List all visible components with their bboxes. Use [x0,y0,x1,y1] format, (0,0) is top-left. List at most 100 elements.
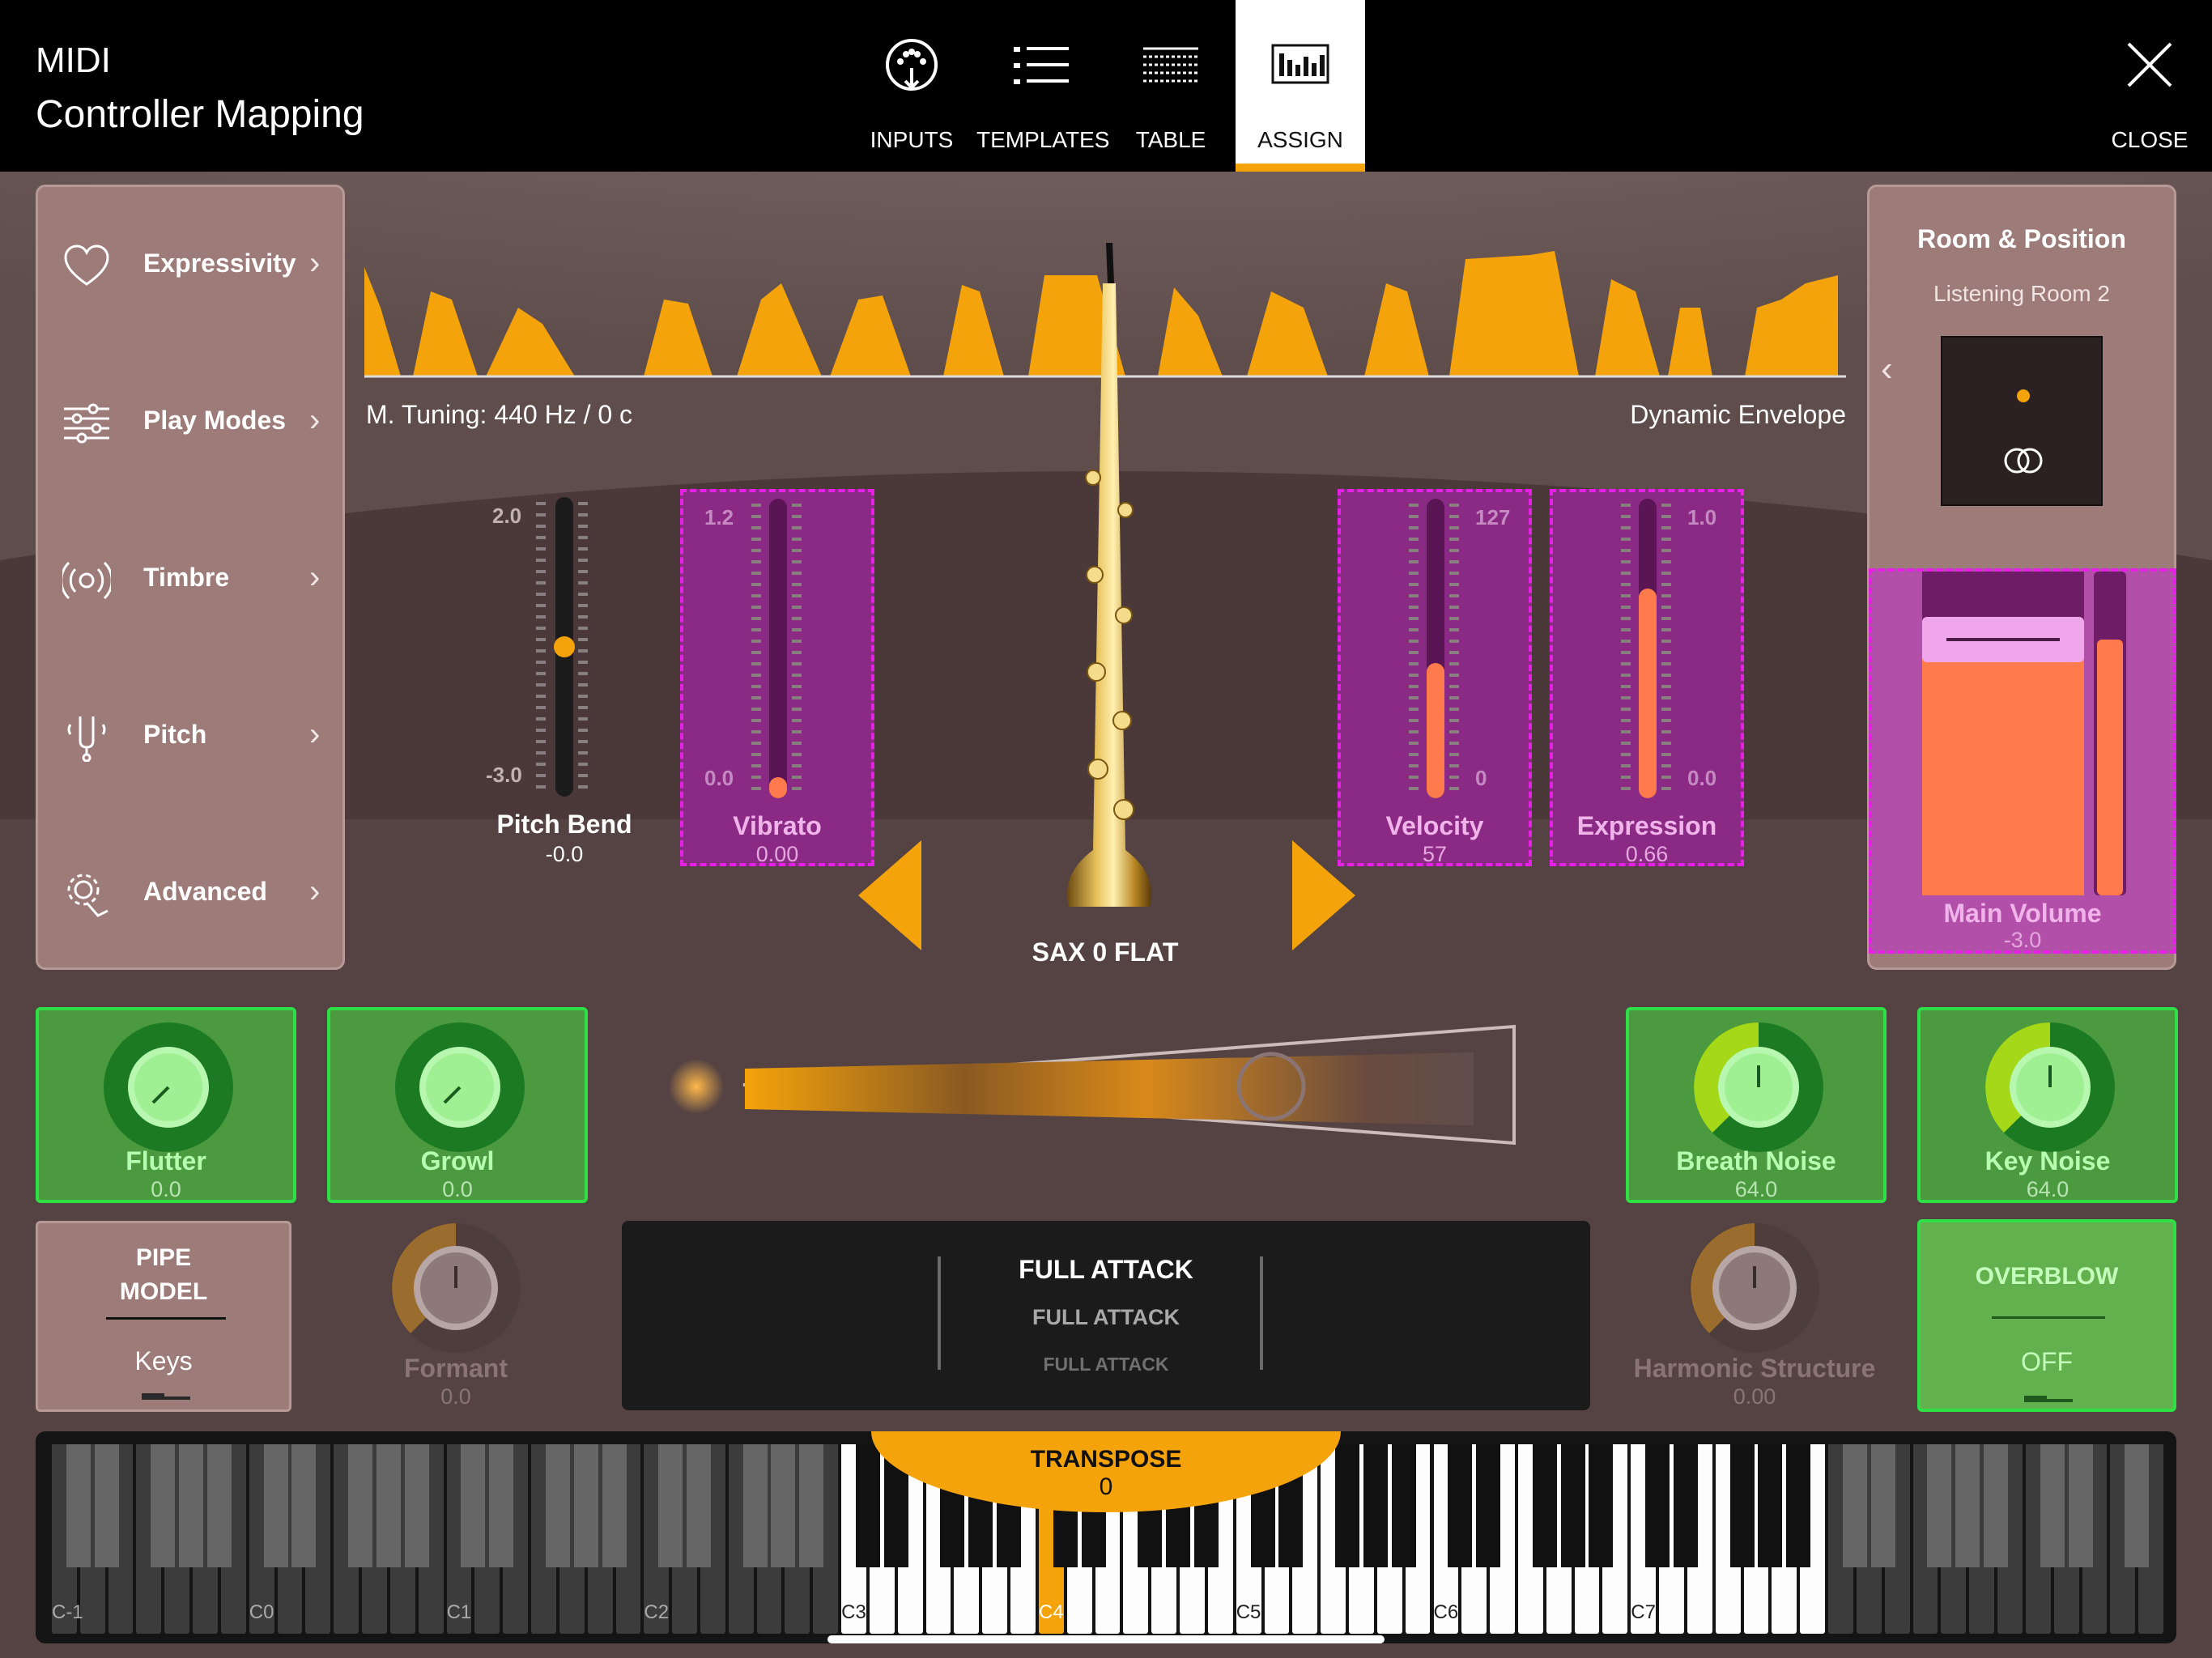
pitch-bend-max: 2.0 [492,504,522,528]
switch-indicator [142,1393,190,1400]
key-noise-knob[interactable]: Key Noise 64.0 [1917,1007,2178,1203]
main-volume-label: Main Volume [1943,899,2102,928]
saxophone-image [1067,243,1151,907]
tick-marks [1409,504,1419,795]
vibrato-slider[interactable]: 1.2 0.0 Vibrato 0.00 [680,489,874,866]
sidebar-item-label: Advanced [143,877,267,906]
attack-option[interactable]: FULL ATTACK [622,1354,1590,1375]
listener-icon [2004,448,2043,474]
overblow-title: OVERBLOW [1975,1263,2119,1290]
room-subtitle: Listening Room 2 [1933,281,2110,306]
sidebar: Expressivity › Play Modes › Timbre › Pit… [36,185,345,970]
home-indicator [827,1635,1385,1643]
sidebar-item-label: Pitch [143,720,207,749]
transpose-value: 0 [1099,1473,1113,1500]
tick-marks [1449,504,1459,795]
volume-meter-level [2097,640,2123,895]
expression-fill [1639,589,1657,798]
tab-table[interactable]: TABLE [1106,0,1236,172]
formant-knob[interactable]: Formant 0.0 [325,1218,586,1414]
room-position-pad[interactable] [1941,336,2103,506]
sidebar-item-pitch[interactable]: Pitch › [38,689,347,786]
sidebar-item-label: Play Modes [143,406,287,435]
octave-label: C-1 [52,1601,83,1623]
switch-indicator [2024,1396,2073,1402]
main-volume-value: -3.0 [2003,928,2042,952]
harmonic-structure-knob[interactable]: Harmonic Structure 0.00 [1624,1218,1885,1414]
sidebar-item-label: Timbre [143,563,230,592]
octave-label: C2 [644,1601,670,1623]
velocity-max: 127 [1475,505,1511,529]
attack-selected[interactable]: FULL ATTACK [622,1255,1590,1285]
pipe-model-title: PIPE [135,1244,192,1271]
top-bar: MIDI Controller Mapping INPUTS TEMPLATES… [0,0,2212,172]
tick-marks [792,504,802,795]
expression-slider[interactable]: 1.0 0.0 Expression 0.66 [1550,489,1744,866]
sidebar-item-play-modes[interactable]: Play Modes › [38,375,347,472]
flutter-knob[interactable]: Flutter 0.0 [36,1007,296,1203]
gear-hand-icon [67,874,108,917]
airflow-visualizer [669,1024,1516,1146]
attack-option[interactable]: FULL ATTACK [622,1305,1590,1330]
breath-noise-value: 64.0 [1734,1177,1778,1201]
tab-assign[interactable]: ASSIGN [1236,0,1365,172]
octave-label: C5 [1236,1601,1261,1623]
tick-marks [536,502,546,793]
main-volume-fill [1922,622,2084,895]
radio-waves-icon [62,561,111,600]
tick-marks [751,504,761,795]
pitch-bend-thumb[interactable] [554,636,575,657]
tab-label: TABLE [1135,127,1206,152]
velocity-slider[interactable]: 127 0 Velocity 57 [1338,489,1532,866]
breath-noise-label: Breath Noise [1676,1146,1836,1175]
key-noise-knob-dial [1985,1022,2115,1152]
chevron-right-icon: › [309,402,321,438]
sliders-icon [64,403,109,444]
tab-label: TEMPLATES [976,127,1110,152]
grid-table-icon [1143,47,1198,83]
sidebar-item-expressivity[interactable]: Expressivity › [38,218,347,315]
vibrato-min: 0.0 [704,766,734,790]
close-button[interactable]: CLOSE [2097,32,2202,162]
transpose-label: TRANSPOSE [1030,1446,1182,1473]
transpose-control[interactable]: TRANSPOSE 0 [871,1431,1341,1512]
tab-templates[interactable]: TEMPLATES [976,0,1110,172]
flutter-label: Flutter [125,1146,206,1175]
octave-label: C0 [249,1601,274,1623]
thumb-grip [1946,638,2060,641]
sidebar-item-label: Expressivity [143,249,296,278]
vibrato-thumb[interactable] [769,777,787,795]
pitch-bend-value: -0.0 [545,842,584,866]
close-label: CLOSE [2111,127,2189,152]
sidebar-item-timbre[interactable]: Timbre › [38,532,347,629]
vibrato-track [769,499,787,798]
piano-keyboard[interactable]: C-1 C0 C1 C2 C3 C4 C5 C6 C7 TRANSPOSE 0 [36,1431,2176,1643]
attack-picker[interactable]: FULL ATTACK FULL ATTACK FULL ATTACK [622,1221,1590,1410]
main-volume-thumb[interactable] [1922,617,2084,662]
octave-label: C3 [841,1601,866,1623]
velocity-fill [1427,663,1444,798]
growl-knob[interactable]: Growl 0.0 [327,1007,588,1203]
expression-label: Expression [1576,811,1717,840]
vibrato-value: 0.00 [755,842,799,866]
growl-label: Growl [420,1146,495,1175]
room-prev-icon[interactable]: ‹ [1881,349,1893,389]
divider [106,1317,226,1320]
pipe-model-selector[interactable]: PIPE MODEL Keys [36,1221,291,1412]
octave-label: C7 [1631,1601,1656,1623]
divider [1992,1316,2105,1319]
expression-value: 0.66 [1625,842,1669,866]
overblow-toggle[interactable]: OVERBLOW OFF [1917,1219,2176,1412]
main-volume-slider[interactable]: Main Volume -3.0 [1869,568,2176,954]
page-title: Controller Mapping [36,93,364,136]
tuning-fork-icon [67,716,106,762]
source-position-dot[interactable] [2017,389,2030,402]
expression-min: 0.0 [1687,766,1717,790]
vibrato-label: Vibrato [733,811,822,840]
mixer-icon [1271,44,1329,84]
key-noise-value: 64.0 [2026,1177,2069,1201]
sidebar-item-advanced[interactable]: Advanced › [38,846,347,943]
pitch-bend-slider[interactable]: 2.0 -3.0 Pitch Bend -0.0 [462,486,664,874]
breath-noise-knob[interactable]: Breath Noise 64.0 [1626,1007,1887,1203]
tab-inputs[interactable]: INPUTS [847,0,976,172]
